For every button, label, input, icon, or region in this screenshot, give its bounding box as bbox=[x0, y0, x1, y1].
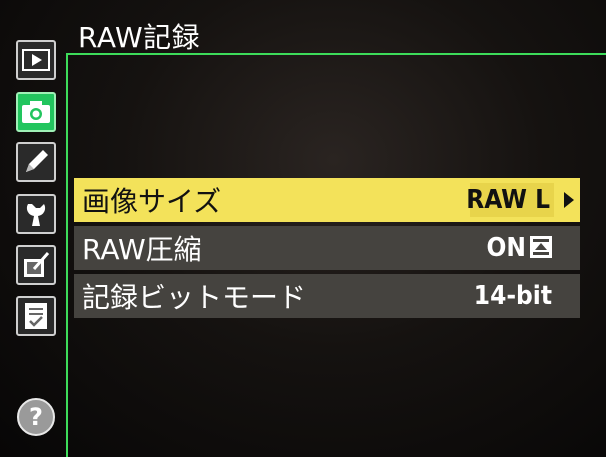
menu-item-value-wrap: ON bbox=[487, 233, 552, 263]
page-title: RAW記録 bbox=[78, 21, 201, 54]
pencil-icon bbox=[26, 150, 48, 172]
menu-item-raw-compression[interactable]: RAW圧縮 ON bbox=[74, 226, 580, 270]
shooting-menu-tab[interactable] bbox=[16, 92, 56, 132]
camera-icon bbox=[22, 101, 50, 123]
menu-item-label: 画像サイズ bbox=[82, 185, 222, 218]
compression-icon bbox=[530, 235, 552, 258]
playback-icon bbox=[22, 49, 50, 71]
custom-settings-tab[interactable] bbox=[16, 142, 56, 182]
chevron-right-icon bbox=[564, 192, 574, 208]
wrench-icon bbox=[26, 204, 46, 226]
retouch-icon bbox=[24, 252, 50, 277]
retouch-menu-tab[interactable] bbox=[16, 245, 56, 285]
camera-menu-screen: ? RAW記録 画像サイズ RAW L RAW圧縮 ON 記録ビットモード 14… bbox=[0, 0, 606, 457]
menu-sidebar: ? bbox=[0, 0, 72, 457]
menu-item-value: 14-bit bbox=[473, 281, 552, 311]
my-menu-icon bbox=[25, 303, 47, 329]
setup-menu-tab[interactable] bbox=[16, 194, 56, 234]
my-menu-tab[interactable] bbox=[16, 296, 56, 336]
menu-item-label: 記録ビットモード bbox=[82, 281, 307, 314]
menu-item-image-size[interactable]: 画像サイズ RAW L bbox=[74, 178, 580, 222]
menu-item-label: RAW圧縮 bbox=[82, 233, 202, 266]
playback-menu-tab[interactable] bbox=[16, 40, 56, 80]
menu-item-bit-depth[interactable]: 記録ビットモード 14-bit bbox=[74, 274, 580, 318]
help-icon[interactable]: ? bbox=[17, 398, 55, 436]
menu-item-value: RAW L bbox=[466, 185, 550, 215]
menu-list: 画像サイズ RAW L RAW圧縮 ON 記録ビットモード 14-bit bbox=[74, 178, 580, 322]
menu-item-value: ON bbox=[486, 233, 526, 263]
